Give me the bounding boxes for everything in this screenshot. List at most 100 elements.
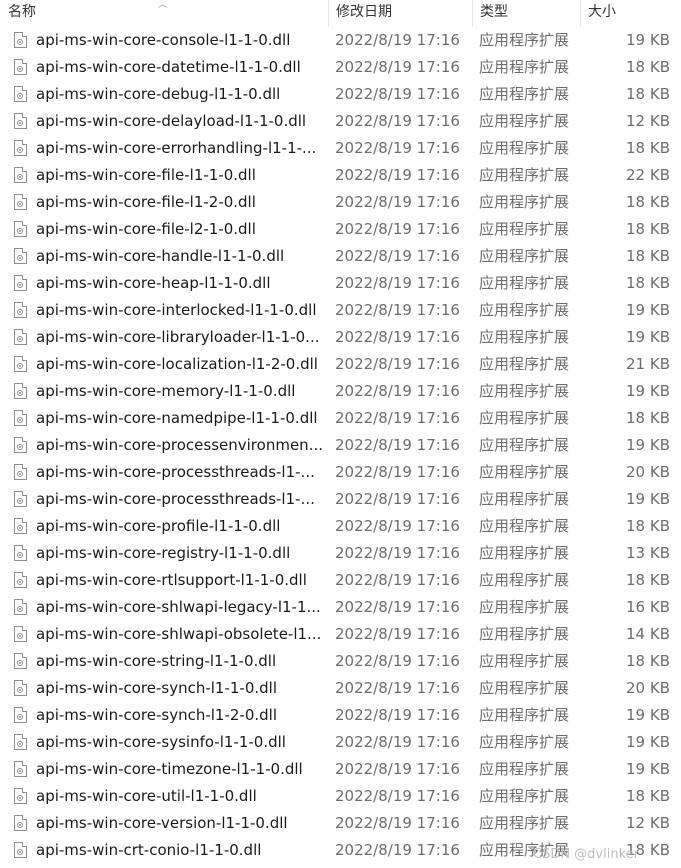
dll-file-icon xyxy=(14,761,27,777)
column-header-name[interactable]: 名称 xyxy=(0,0,328,27)
file-size: 19 KB xyxy=(626,382,670,400)
file-row[interactable]: api-ms-win-core-file-l2-1-0.dll 2022/8/19… xyxy=(0,216,681,243)
file-modified-date: 2022/8/19 17:16 xyxy=(335,382,460,400)
file-row[interactable]: api-ms-win-core-profile-l1-1-0.dll 2022/8… xyxy=(0,513,681,540)
gear-icon xyxy=(17,795,23,801)
file-type: 应用程序扩展 xyxy=(479,652,570,670)
file-name: api-ms-win-core-file-l1-1-0.dll xyxy=(36,166,256,184)
file-row[interactable]: api-ms-win-core-datetime-l1-1-0.dll 2022/… xyxy=(0,54,681,81)
file-size: 21 KB xyxy=(626,355,670,373)
file-size: 19 KB xyxy=(626,706,670,724)
dll-file-icon xyxy=(14,86,27,102)
file-name: api-ms-win-core-registry-l1-1-0.dll xyxy=(36,544,291,562)
column-header-date[interactable]: 修改日期 xyxy=(328,0,472,27)
dll-file-icon xyxy=(14,32,27,48)
file-row[interactable]: api-ms-win-core-processthreads-l1-... 202… xyxy=(0,459,681,486)
file-row[interactable]: api-ms-win-core-shlwapi-obsolete-l1... 20… xyxy=(0,621,681,648)
dll-file-icon xyxy=(14,491,27,507)
file-row[interactable]: api-ms-win-core-sysinfo-l1-1-0.dll 2022/8… xyxy=(0,729,681,756)
file-row[interactable]: api-ms-win-core-processthreads-l1-... 202… xyxy=(0,486,681,513)
gear-icon xyxy=(17,579,23,585)
file-modified-date: 2022/8/19 17:16 xyxy=(335,193,460,211)
file-row[interactable]: api-ms-win-core-util-l1-1-0.dll 2022/8/19… xyxy=(0,783,681,810)
dll-file-icon xyxy=(14,275,27,291)
file-type: 应用程序扩展 xyxy=(479,733,570,751)
gear-icon xyxy=(17,660,23,666)
gear-icon xyxy=(17,687,23,693)
dll-file-icon xyxy=(14,302,27,318)
file-size: 20 KB xyxy=(626,679,670,697)
file-name: api-ms-win-core-processthreads-l1-... xyxy=(36,490,315,508)
file-name: api-ms-win-core-file-l1-2-0.dll xyxy=(36,193,256,211)
dll-file-icon xyxy=(14,545,27,561)
file-size: 18 KB xyxy=(626,85,670,103)
file-size: 19 KB xyxy=(626,733,670,751)
file-name: api-ms-win-core-namedpipe-l1-1-0.dll xyxy=(36,409,318,427)
file-row[interactable]: api-ms-win-core-string-l1-1-0.dll 2022/8/… xyxy=(0,648,681,675)
file-name: api-ms-win-core-debug-l1-1-0.dll xyxy=(36,85,281,103)
dll-file-icon xyxy=(14,410,27,426)
file-row[interactable]: api-ms-win-core-console-l1-1-0.dll 2022/8… xyxy=(0,27,681,54)
file-size: 18 KB xyxy=(626,58,670,76)
file-row[interactable]: api-ms-win-core-processenvironmen... 2022… xyxy=(0,432,681,459)
file-size: 18 KB xyxy=(626,139,670,157)
file-row[interactable]: api-ms-win-core-delayload-l1-1-0.dll 2022… xyxy=(0,108,681,135)
file-row[interactable]: api-ms-win-core-file-l1-1-0.dll 2022/8/19… xyxy=(0,162,681,189)
file-size: 19 KB xyxy=(626,760,670,778)
file-name: api-ms-win-core-libraryloader-l1-1-0... xyxy=(36,328,320,346)
file-row[interactable]: api-ms-win-core-libraryloader-l1-1-0... 2… xyxy=(0,324,681,351)
file-name: api-ms-win-core-util-l1-1-0.dll xyxy=(36,787,257,805)
file-modified-date: 2022/8/19 17:16 xyxy=(335,301,460,319)
file-row[interactable]: api-ms-win-core-heap-l1-1-0.dll 2022/8/19… xyxy=(0,270,681,297)
file-modified-date: 2022/8/19 17:16 xyxy=(335,112,460,130)
file-size: 18 KB xyxy=(626,193,670,211)
file-modified-date: 2022/8/19 17:16 xyxy=(335,787,460,805)
file-name: api-ms-win-core-synch-l1-2-0.dll xyxy=(36,706,278,724)
file-modified-date: 2022/8/19 17:16 xyxy=(335,274,460,292)
column-header-type[interactable]: 类型 xyxy=(472,0,580,27)
gear-icon xyxy=(17,633,23,639)
file-type: 应用程序扩展 xyxy=(479,598,570,616)
file-row[interactable]: api-ms-win-core-synch-l1-1-0.dll 2022/8/1… xyxy=(0,675,681,702)
file-row[interactable]: api-ms-win-core-memory-l1-1-0.dll 2022/8/… xyxy=(0,378,681,405)
file-modified-date: 2022/8/19 17:16 xyxy=(335,139,460,157)
file-row[interactable]: api-ms-win-core-rtlsupport-l1-1-0.dll 202… xyxy=(0,567,681,594)
file-row[interactable]: api-ms-win-core-debug-l1-1-0.dll 2022/8/1… xyxy=(0,81,681,108)
file-name: api-ms-win-core-memory-l1-1-0.dll xyxy=(36,382,296,400)
dll-file-icon xyxy=(14,788,27,804)
file-modified-date: 2022/8/19 17:16 xyxy=(335,652,460,670)
dll-file-icon xyxy=(14,167,27,183)
file-size: 12 KB xyxy=(626,112,670,130)
file-row[interactable]: api-ms-win-core-version-l1-1-0.dll 2022/8… xyxy=(0,810,681,837)
file-row[interactable]: api-ms-win-core-localization-l1-2-0.dll 2… xyxy=(0,351,681,378)
file-type: 应用程序扩展 xyxy=(479,436,570,454)
file-type: 应用程序扩展 xyxy=(479,328,570,346)
file-row[interactable]: api-ms-win-core-file-l1-2-0.dll 2022/8/19… xyxy=(0,189,681,216)
file-type: 应用程序扩展 xyxy=(479,544,570,562)
file-name: api-ms-win-core-delayload-l1-1-0.dll xyxy=(36,112,307,130)
file-type: 应用程序扩展 xyxy=(479,166,570,184)
file-row[interactable]: api-ms-win-core-handle-l1-1-0.dll 2022/8/… xyxy=(0,243,681,270)
file-modified-date: 2022/8/19 17:16 xyxy=(335,544,460,562)
file-size: 19 KB xyxy=(626,436,670,454)
file-type: 应用程序扩展 xyxy=(479,247,570,265)
dll-file-icon xyxy=(14,140,27,156)
file-type: 应用程序扩展 xyxy=(479,706,570,724)
column-header-size[interactable]: 大小 xyxy=(580,0,681,27)
watermark: CSDN @dvlinker xyxy=(532,847,639,862)
dll-file-icon xyxy=(14,599,27,615)
file-row[interactable]: api-ms-win-core-registry-l1-1-0.dll 2022/… xyxy=(0,540,681,567)
file-row[interactable]: api-ms-win-core-errorhandling-l1-1-... 20… xyxy=(0,135,681,162)
dll-file-icon xyxy=(14,815,27,831)
dll-file-icon xyxy=(14,329,27,345)
file-row[interactable]: api-ms-win-core-timezone-l1-1-0.dll 2022/… xyxy=(0,756,681,783)
dll-file-icon xyxy=(14,707,27,723)
dll-file-icon xyxy=(14,734,27,750)
file-row[interactable]: api-ms-win-core-shlwapi-legacy-l1-1... 20… xyxy=(0,594,681,621)
file-row[interactable]: api-ms-win-core-synch-l1-2-0.dll 2022/8/1… xyxy=(0,702,681,729)
file-type: 应用程序扩展 xyxy=(479,85,570,103)
file-modified-date: 2022/8/19 17:16 xyxy=(335,328,460,346)
file-modified-date: 2022/8/19 17:16 xyxy=(335,166,460,184)
file-row[interactable]: api-ms-win-core-namedpipe-l1-1-0.dll 2022… xyxy=(0,405,681,432)
file-row[interactable]: api-ms-win-core-interlocked-l1-1-0.dll 20… xyxy=(0,297,681,324)
